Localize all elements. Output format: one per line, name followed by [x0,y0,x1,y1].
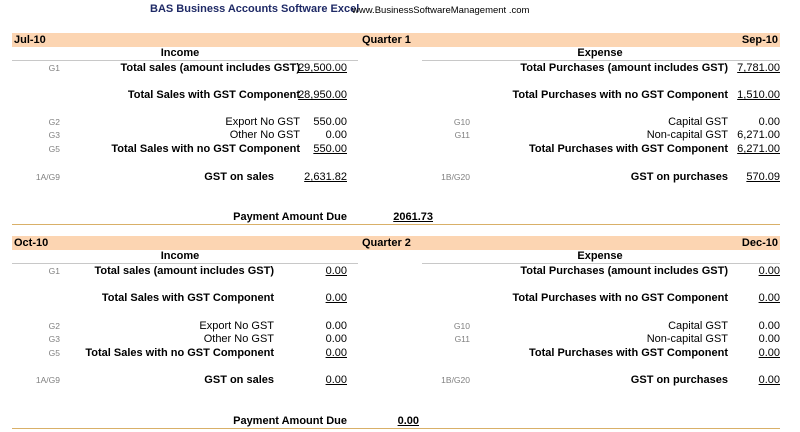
q2-export-label: Export No GST [199,320,274,332]
q2-capital-value[interactable]: 0.00 [759,320,780,333]
q1-bottom-rule [12,224,780,225]
q1-purchases-gst-comp-label: Total Purchases with GST Component [528,143,728,155]
quarter-2-end: Dec-10 [741,237,778,249]
q1-total-purchases-label: Total Purchases (amount includes GST) [520,62,728,74]
q2-gst-purchases-label: GST on purchases [630,374,728,386]
q1-payment-value[interactable]: 2061.73 [393,211,433,224]
q2-purchases-no-gst-label: Total Purchases with no GST Component [512,292,728,304]
q2-gst-purchases-value[interactable]: 0.00 [759,374,780,387]
q2-gst-sales-label: GST on sales [204,374,274,386]
q1-expense-heading: Expense [577,47,623,59]
q2-code-1b-g20: 1B/G20 [441,375,470,385]
website-url[interactable]: www.BusinessSoftwareManagement .com [352,4,529,17]
q1-income-heading: Income [160,47,200,59]
q2-code-g3: G3 [48,334,60,344]
quarter-1-title: Quarter 1 [362,34,411,46]
q1-code-g1: G1 [48,63,60,73]
q1-capital-value[interactable]: 0.00 [759,116,780,129]
quarter-2-start: Oct-10 [14,237,49,249]
q2-income-divider [12,263,358,264]
q2-code-g1: G1 [48,266,60,276]
q1-code-g10: G10 [453,117,470,127]
q2-code-g10: G10 [453,321,470,331]
q1-code-1a-g9: 1A/G9 [35,172,60,182]
q1-expense-divider [422,60,780,61]
q1-income-divider [12,60,358,61]
q1-code-g5: G5 [48,144,60,154]
q2-payment-value[interactable]: 0.00 [398,415,419,428]
quarter-2-title: Quarter 2 [362,237,411,249]
q2-income-heading: Income [160,250,200,262]
q1-noncapital-label: Non-capital GST [646,129,728,141]
q2-total-purchases-value[interactable]: 0.00 [759,265,780,278]
q1-no-gst-label: Total Sales with no GST Component [111,143,300,155]
q2-code-1a-g9: 1A/G9 [35,375,60,385]
q2-total-sales-value[interactable]: 0.00 [326,265,347,278]
q2-sales-gst-value[interactable]: 0.00 [326,292,347,305]
q2-expense-heading: Expense [577,250,623,262]
q1-code-g11: G11 [454,130,470,140]
q2-export-value[interactable]: 0.00 [326,320,347,333]
q2-gst-sales-value[interactable]: 0.00 [326,374,347,387]
q2-payment-label: Payment Amount Due [233,415,347,427]
q1-purchases-no-gst-label: Total Purchases with no GST Component [512,89,728,101]
quarter-2-header-bar: Oct-10 Quarter 2 Dec-10 [12,236,780,250]
quarter-1-end: Sep-10 [741,34,778,46]
q1-sales-gst-label: Total Sales with GST Component [127,89,300,101]
q1-code-1b-g20: 1B/G20 [441,172,470,182]
q2-purchases-gst-comp-value[interactable]: 0.00 [759,347,780,360]
q1-payment-label: Payment Amount Due [233,211,347,223]
q2-noncapital-label: Non-capital GST [646,333,728,345]
q1-other-label: Other No GST [229,129,300,141]
q1-gst-purchases-label: GST on purchases [630,171,728,183]
q2-other-value[interactable]: 0.00 [326,333,347,346]
q1-capital-label: Capital GST [668,116,728,128]
q2-no-gst-value[interactable]: 0.00 [326,347,347,360]
q2-capital-label: Capital GST [668,320,728,332]
q1-export-label: Export No GST [225,116,300,128]
q1-gst-sales-value[interactable]: 2,631.82 [304,171,347,184]
q1-noncapital-value[interactable]: 6,271.00 [737,129,780,142]
q1-purchases-gst-comp-value[interactable]: 6,271.00 [737,143,780,156]
q2-total-purchases-label: Total Purchases (amount includes GST) [520,265,728,277]
q1-code-g2: G2 [48,117,60,127]
q1-total-sales-label: Total sales (amount includes GST) [120,62,301,74]
q2-purchases-gst-comp-label: Total Purchases with GST Component [528,347,728,359]
q2-expense-divider [422,263,780,264]
q2-code-g2: G2 [48,321,60,331]
q2-purchases-no-gst-value[interactable]: 0.00 [759,292,780,305]
q2-other-label: Other No GST [203,333,274,345]
q2-total-sales-label: Total sales (amount includes GST) [94,265,275,277]
q2-sales-gst-label: Total Sales with GST Component [101,292,274,304]
quarter-1-header-bar: Jul-10 Quarter 1 Sep-10 [12,33,780,47]
q1-purchases-no-gst-value[interactable]: 1,510.00 [737,89,780,102]
q2-code-g11: G11 [454,334,470,344]
app-title: BAS Business Accounts Software Excel [150,3,360,15]
q1-total-sales-value[interactable]: 29,500.00 [298,62,347,75]
q2-code-g5: G5 [48,348,60,358]
q2-noncapital-value[interactable]: 0.00 [759,333,780,346]
q1-code-g3: G3 [48,130,60,140]
q1-sales-gst-value[interactable]: 28,950.00 [298,89,347,102]
q2-no-gst-label: Total Sales with no GST Component [85,347,274,359]
q1-gst-sales-label: GST on sales [204,171,274,183]
q1-total-purchases-value[interactable]: 7,781.00 [737,62,780,75]
q2-bottom-rule [12,428,780,429]
q1-other-value[interactable]: 0.00 [326,129,347,142]
q1-no-gst-value[interactable]: 550.00 [313,143,347,156]
q1-gst-purchases-value[interactable]: 570.09 [746,171,780,184]
quarter-1-start: Jul-10 [14,34,46,46]
q1-export-value[interactable]: 550.00 [313,116,347,129]
